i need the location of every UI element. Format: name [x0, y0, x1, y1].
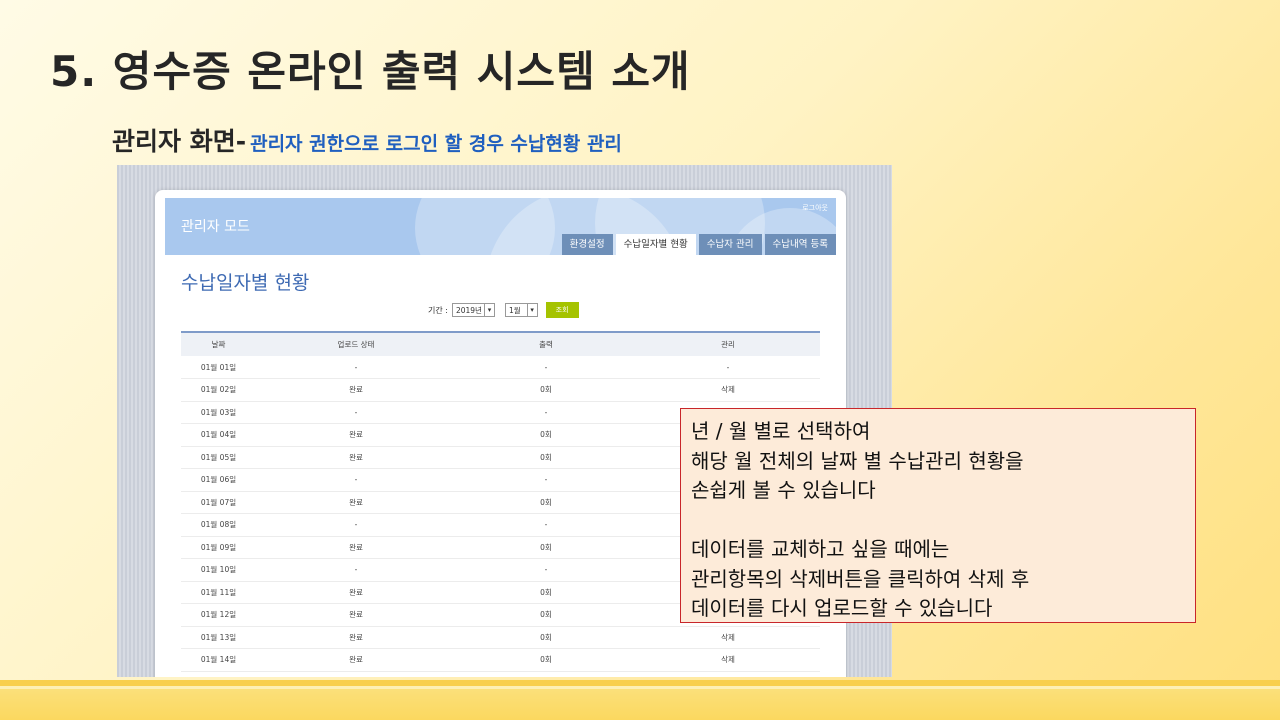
delete-button[interactable]: 삭제 [636, 648, 820, 672]
cell-date: 01월 14일 [181, 648, 256, 672]
cell-upload-status: 완료 [256, 581, 456, 604]
note-line: 손쉽게 볼 수 있습니다 [691, 478, 876, 502]
year-select[interactable]: 2019년 ▾ [451, 303, 495, 317]
admin-mode-title: 관리자 모드 [181, 219, 250, 235]
delete-button[interactable]: 삭제 [636, 626, 820, 649]
cell-date: 01월 06일 [181, 468, 256, 492]
cell-date: 01월 09일 [181, 536, 256, 559]
chevron-down-icon: ▾ [483, 304, 494, 316]
tab-1[interactable]: 수납일자별 현황 [615, 234, 696, 255]
search-button[interactable]: 조회 [545, 302, 579, 318]
slide-title: 5. 영수증 온라인 출력 시스템 소개 [50, 47, 691, 96]
cell-upload-status: 완료 [256, 423, 456, 447]
note-line: 관리항목의 삭제버튼을 클릭하여 삭제 후 [691, 566, 1030, 591]
logout-link[interactable]: 로그아웃 [802, 203, 828, 213]
cell-upload-status: 완료 [256, 378, 456, 402]
tab-3[interactable]: 수납내역 등록 [764, 234, 836, 255]
note-spacer [691, 506, 1185, 536]
cell-date: 01월 02일 [181, 378, 256, 402]
table-row: 01월 13일 완료 0회 삭제 [181, 626, 820, 649]
column-header-upload-status: 업로드 상태 [337, 340, 375, 349]
delete-button[interactable]: 삭제 [636, 378, 820, 402]
table-row: 01월 14일 완료 0회 삭제 [181, 648, 820, 672]
cell-print-count: 0회 [456, 378, 636, 402]
cell-upload-status: - [256, 401, 456, 424]
tab-2[interactable]: 수납자 관리 [698, 234, 762, 255]
period-filter: 기간 : 2019년 ▾ 1월 ▾ 조회 [428, 302, 579, 318]
cell-print-count: - [456, 468, 636, 492]
cell-print-count: 0회 [456, 491, 636, 514]
chevron-down-icon: ▾ [526, 304, 537, 316]
admin-tabs: 환경설정 수납일자별 현황 수납자 관리 수납내역 등록 [561, 234, 836, 255]
column-header-date: 날짜 [211, 340, 226, 349]
note-line: 해당 월 전체의 날짜 별 수납관리 현황을 [691, 448, 1024, 473]
cell-print-count: - [456, 558, 636, 582]
cell-date: 01월 05일 [181, 446, 256, 469]
period-label: 기간 : [428, 305, 448, 315]
page-heading: 수납일자별 현황 [181, 272, 310, 294]
cell-print-count: 0회 [456, 536, 636, 559]
cell-date: 01월 12일 [181, 603, 256, 627]
cell-date: 01월 01일 [181, 356, 256, 379]
cell-upload-status: - [256, 513, 456, 537]
note-line: 년 / 월 별로 선택하여 [691, 419, 871, 443]
cell-upload-status: 완료 [256, 491, 456, 514]
subtitle: 관리자 화면- 관리자 권한으로 로그인 할 경우 수납현황 관리 [112, 122, 622, 158]
cell-upload-status: 완료 [256, 446, 456, 469]
cell-upload-status: - [256, 356, 456, 379]
cell-date: 01월 08일 [181, 513, 256, 537]
cell-print-count: 0회 [456, 603, 636, 627]
note-line: 데이터를 다시 업로드할 수 있습니다 [691, 596, 993, 620]
cell-print-count: - [456, 401, 636, 424]
admin-banner: 관리자 모드 로그아웃 환경설정 수납일자별 현황 수납자 관리 수납내역 등록 [165, 198, 836, 255]
cell-upload-status: 완료 [256, 648, 456, 672]
cell-manage: - [636, 356, 820, 379]
subtitle-description: 관리자 권한으로 로그인 할 경우 수납현황 관리 [250, 133, 622, 155]
cell-upload-status: 완료 [256, 603, 456, 627]
table-row: 01월 02일 완료 0회 삭제 [181, 378, 820, 402]
cell-print-count: 0회 [456, 648, 636, 672]
month-select[interactable]: 1월 ▾ [504, 303, 538, 317]
cell-print-count: 0회 [456, 626, 636, 649]
cell-date: 01월 10일 [181, 558, 256, 582]
bottom-stripe [0, 689, 1280, 720]
cell-upload-status: - [256, 468, 456, 492]
cell-print-count: 0회 [456, 446, 636, 469]
tab-0[interactable]: 환경설정 [561, 234, 613, 255]
table-header-row: 날짜 업로드 상태 출력 관리 [181, 332, 820, 356]
month-value: 1월 [508, 305, 521, 315]
cell-upload-status: 완료 [256, 626, 456, 649]
cell-print-count: - [456, 513, 636, 537]
cell-print-count: - [456, 356, 636, 379]
note-line: 데이터를 교체하고 싶을 때에는 [691, 537, 950, 561]
explanation-note: 년 / 월 별로 선택하여해당 월 전체의 날짜 별 수납관리 현황을손쉽게 볼… [680, 408, 1196, 623]
cell-date: 01월 07일 [181, 491, 256, 514]
column-header-print: 출력 [539, 340, 553, 349]
cell-upload-status: - [256, 558, 456, 582]
table-row: 01월 01일 - - - [181, 356, 820, 379]
column-header-manage: 관리 [721, 340, 735, 349]
cell-date: 01월 11일 [181, 581, 256, 604]
cell-upload-status: 완료 [256, 536, 456, 559]
subtitle-label: 관리자 화면- [112, 127, 247, 156]
cell-date: 01월 13일 [181, 626, 256, 649]
cell-print-count: 0회 [456, 423, 636, 447]
year-value: 2019년 [455, 305, 482, 315]
cell-date: 01월 04일 [181, 423, 256, 447]
cell-date: 01월 03일 [181, 401, 256, 424]
cell-print-count: 0회 [456, 581, 636, 604]
